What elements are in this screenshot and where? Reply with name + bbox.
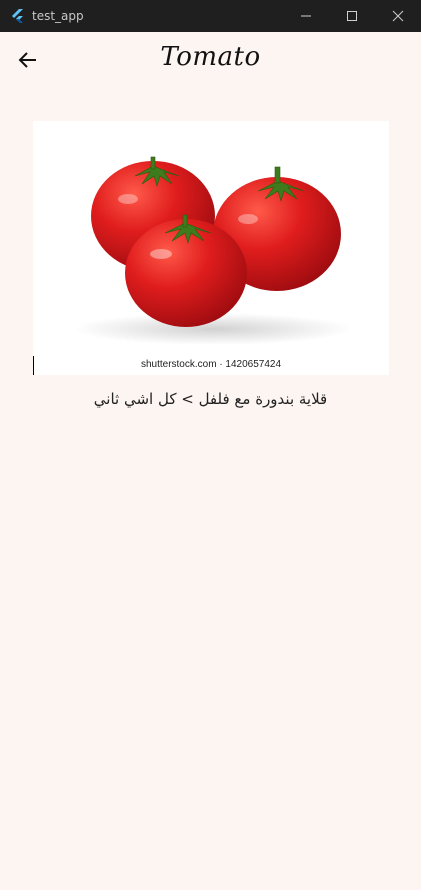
maximize-icon: [347, 11, 357, 21]
tomato-illustration: [73, 156, 353, 345]
maximize-button[interactable]: [329, 0, 375, 32]
tomato-image: shutterstock.com · 1420657424: [33, 121, 389, 375]
flutter-logo-icon: [12, 9, 23, 23]
close-button[interactable]: [375, 0, 421, 32]
minimize-button[interactable]: [283, 0, 329, 32]
close-icon: [392, 10, 404, 22]
minimize-icon: [301, 15, 311, 17]
window-titlebar[interactable]: test_app: [0, 0, 421, 32]
image-watermark: shutterstock.com · 1420657424: [140, 359, 282, 370]
window-title: test_app: [32, 9, 84, 23]
app-bar: Tomato: [0, 32, 421, 88]
page-title: Tomato: [160, 42, 261, 72]
app-window: test_app Tomato shutterstock.com · 14206…: [0, 0, 421, 890]
recipe-caption: قلاية بندورة مع فلفل > كل اشي ثاني: [93, 390, 328, 408]
text-cursor: [33, 356, 34, 375]
